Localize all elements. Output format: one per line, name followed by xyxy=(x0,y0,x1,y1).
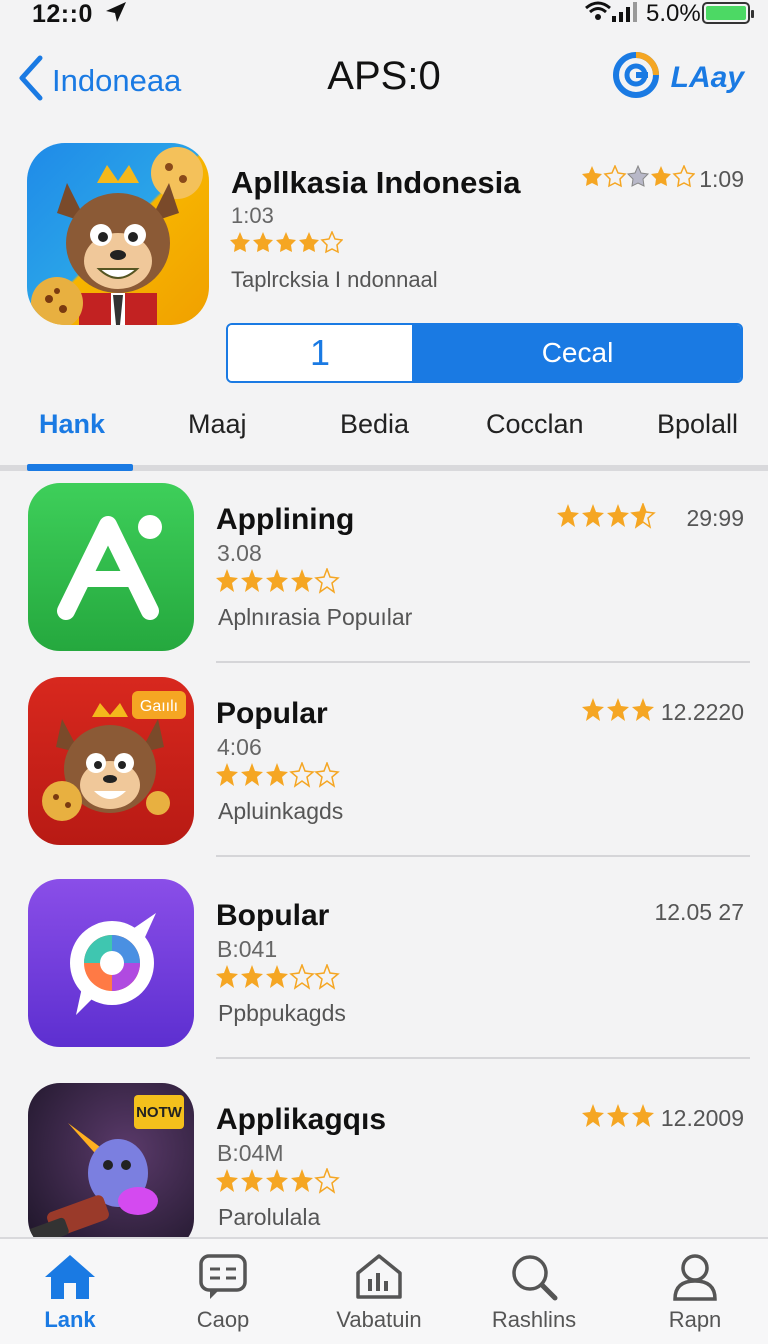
app-name: Applining xyxy=(216,503,355,536)
app-name: Applikagqıs xyxy=(216,1103,387,1136)
app-meta-rating xyxy=(581,697,655,728)
app-meta-value: 12.05 27 xyxy=(654,899,744,925)
chart-icon xyxy=(319,1253,439,1301)
featured-meta: 1:09 xyxy=(581,164,744,194)
tabbar-item-rashlins[interactable]: Rashlins xyxy=(474,1253,594,1333)
tab-maaj[interactable]: Maaj xyxy=(188,409,247,440)
app-list: Applining 3.08 Aplnırasia Popuılar 29:99… xyxy=(0,483,768,1237)
app-name: Bopular xyxy=(216,899,330,932)
tabbar-item-rapn[interactable]: Rapn xyxy=(635,1253,755,1333)
app-meta-value: 29:99 xyxy=(686,505,744,531)
featured-app[interactable]: Apllkasia Indonesia 1:03 Taplrcksia I nd… xyxy=(0,143,768,383)
tabbar-label: Lank xyxy=(44,1307,96,1332)
brand-logo-icon xyxy=(612,52,659,103)
list-item[interactable]: Bopular B:041 Ppbpukagds 12.05 27 xyxy=(0,879,768,1069)
app-meta: 12.05 27 xyxy=(654,899,744,926)
battery-percent: 5.0% xyxy=(646,0,701,27)
message-icon xyxy=(163,1253,283,1301)
app-meta: 29:99 xyxy=(556,501,744,534)
app-meta-rating xyxy=(556,501,680,534)
tabbar-item-caop[interactable]: Caop xyxy=(163,1253,283,1333)
mascot-icon xyxy=(27,143,209,325)
letter-a-icon xyxy=(28,483,194,651)
status-time: 12::0 xyxy=(32,0,93,28)
mascot-icon: Gaıılı xyxy=(28,677,194,845)
tabbar-item-lank[interactable]: Lank xyxy=(10,1253,130,1333)
segment-left-button[interactable]: 1 xyxy=(228,325,414,381)
tabbar-label: Vabatuin xyxy=(336,1307,422,1332)
row-divider xyxy=(216,1057,750,1059)
list-item[interactable]: NOTW Applikagqıs B:04M Parolulala 12.200… xyxy=(0,1083,768,1237)
tabbar-item-vabatuin[interactable]: Vabatuin xyxy=(319,1253,439,1333)
featured-rating xyxy=(229,230,344,260)
status-bar: 12::0 5.0% xyxy=(0,0,768,30)
search-icon xyxy=(474,1253,594,1301)
tabbar-label: Rashlins xyxy=(491,1307,577,1332)
segment-right-button[interactable]: Cecal xyxy=(414,325,741,381)
active-tab-indicator xyxy=(27,464,133,471)
app-meta-rating xyxy=(581,1103,655,1134)
list-item[interactable]: Applining 3.08 Aplnırasia Popuılar 29:99 xyxy=(0,483,768,673)
app-description: Ppbpukagds xyxy=(218,1000,346,1026)
brand-label: LAay xyxy=(670,60,744,94)
app-badge: NOTW xyxy=(136,1104,183,1121)
bottom-tab-bar: Lank Caop Vabatuin Rashlins Rapn xyxy=(0,1237,768,1344)
app-rating xyxy=(215,962,341,995)
app-size: B:041 xyxy=(217,936,278,962)
brand-button[interactable]: LAay xyxy=(612,52,744,103)
tabbar-label: Caop xyxy=(196,1307,250,1332)
wifi-icon xyxy=(584,0,612,27)
app-rating xyxy=(215,1166,341,1199)
tab-hank[interactable]: Hank xyxy=(39,409,105,440)
app-meta-value: 12.2220 xyxy=(660,699,744,725)
app-rating xyxy=(215,566,341,599)
app-meta-value: 12.2009 xyxy=(660,1105,744,1131)
battery-icon xyxy=(702,2,754,24)
category-tabs: Hank Maaj Bedia Cocclan Bpolall xyxy=(0,395,768,471)
navigation-bar: Indoneaa APS:0 LAay xyxy=(0,46,768,116)
featured-meta-value: 1:09 xyxy=(699,166,744,192)
signal-icon xyxy=(612,2,638,27)
app-meta: 12.2009 xyxy=(581,1103,744,1134)
app-name: Popular xyxy=(216,697,328,730)
app-size: 3.08 xyxy=(217,540,262,566)
featured-subtitle: 1:03 xyxy=(231,203,274,228)
rocket-icon: NOTW xyxy=(28,1083,194,1237)
app-description: Apluinkagds xyxy=(218,798,344,824)
featured-description: Taplrcksia I ndonnaal xyxy=(231,267,438,292)
app-description: Parolulala xyxy=(218,1204,321,1230)
featured-meta-rating xyxy=(581,164,696,194)
app-size: B:04M xyxy=(217,1140,284,1166)
location-arrow-icon xyxy=(104,0,128,29)
home-icon xyxy=(10,1253,130,1301)
app-meta: 12.2220 xyxy=(581,697,744,728)
segmented-control: 1 Cecal xyxy=(226,323,743,383)
list-item[interactable]: Gaıılı Popular 4:06 Apluinkagds 12.2220 xyxy=(0,677,768,867)
tab-cocclan[interactable]: Cocclan xyxy=(486,409,584,440)
person-icon xyxy=(635,1253,755,1301)
app-rating xyxy=(215,760,341,793)
row-divider xyxy=(216,661,750,663)
compass-icon xyxy=(28,879,194,1047)
app-description: Aplnırasia Popuılar xyxy=(218,604,413,630)
row-divider xyxy=(216,855,750,857)
featured-title: Apllkasia Indonesia xyxy=(231,165,521,200)
app-size: 4:06 xyxy=(217,734,262,760)
tabbar-label: Rapn xyxy=(668,1307,722,1332)
tab-bpolall[interactable]: Bpolall xyxy=(657,409,738,440)
tab-bedia[interactable]: Bedia xyxy=(340,409,409,440)
app-badge: Gaıılı xyxy=(140,698,178,715)
